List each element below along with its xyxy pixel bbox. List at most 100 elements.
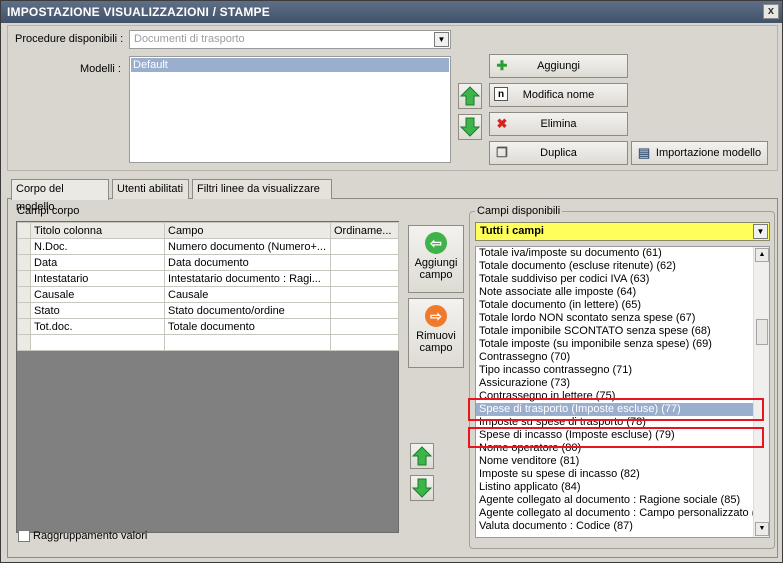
move-model-down-button[interactable]	[458, 114, 482, 140]
tab-model-body[interactable]: Corpo del modello	[11, 179, 109, 213]
window-title: IMPOSTAZIONE VISUALIZZAZIONI / STAMPE x	[1, 1, 782, 23]
list-item[interactable]: Totale iva/imposte su documento (61)	[476, 247, 753, 260]
arrow-right-icon: ⇨	[425, 305, 447, 327]
grouping-checkbox[interactable]	[18, 530, 30, 542]
cell-title[interactable]: N.Doc.	[30, 238, 165, 255]
import-model-button[interactable]: ▤ Importazione modello	[631, 141, 768, 165]
column-header-order[interactable]: Ordiname...	[330, 222, 399, 239]
row-indicator	[17, 302, 31, 319]
move-field-up-button[interactable]	[410, 443, 434, 469]
add-field-button[interactable]: ⇦ Aggiungi campo	[408, 225, 464, 293]
list-item[interactable]: Totale documento (in lettere) (65)	[476, 299, 753, 312]
table-row[interactable]: N.Doc. Numero documento (Numero+...	[17, 238, 399, 255]
table-row[interactable]: Intestatario Intestatario documento : Rag…	[17, 270, 399, 287]
chevron-down-icon[interactable]: ▼	[753, 224, 768, 239]
scrollbar-thumb[interactable]	[756, 319, 768, 345]
list-item[interactable]: Note associate alle imposte (64)	[476, 286, 753, 299]
chevron-down-icon[interactable]: ▼	[434, 32, 449, 47]
list-item[interactable]: Totale documento (escluse ritenute) (62)	[476, 260, 753, 273]
list-item[interactable]: Tipo incasso contrassegno (71)	[476, 364, 753, 377]
arrow-up-icon	[411, 446, 433, 466]
rename-model-button[interactable]: n Modifica nome	[489, 83, 628, 107]
models-list[interactable]: Default	[129, 56, 451, 163]
available-fields-list[interactable]: Totale iva/imposte su documento (61) Tot…	[475, 246, 770, 538]
models-label: Modelli :	[80, 63, 121, 75]
list-item[interactable]: Totale lordo NON scontato senza spese (6…	[476, 312, 753, 325]
plus-icon: ✚	[496, 58, 508, 73]
delete-model-button[interactable]: ✖ Elimina	[489, 112, 628, 136]
duplicate-model-button[interactable]: ❐ Duplica	[489, 141, 628, 165]
list-item[interactable]: Totale imponibile SCONTATO senza spese (…	[476, 325, 753, 338]
scroll-up-icon[interactable]: ▲	[755, 248, 769, 262]
cell-field[interactable]	[164, 334, 331, 351]
list-item[interactable]: Agente collegato al documento : Ragione …	[476, 494, 753, 507]
duplicate-model-label: Duplica	[540, 147, 577, 159]
move-model-up-button[interactable]	[458, 83, 482, 109]
field-filter-value: Tutti i campi	[480, 225, 544, 237]
cell-order[interactable]	[330, 238, 399, 255]
cell-title[interactable]: Intestatario	[30, 270, 165, 287]
table-row[interactable]: Tot.doc. Totale documento	[17, 318, 399, 335]
body-fields-grid[interactable]: Titolo colonna Campo Ordiname... N.Doc. N…	[16, 221, 399, 533]
list-item[interactable]: Totale suddiviso per codici IVA (63)	[476, 273, 753, 286]
cell-title[interactable]	[30, 334, 165, 351]
table-row[interactable]: Data Data documento	[17, 254, 399, 271]
rename-model-label: Modifica nome	[522, 89, 595, 101]
arrow-down-icon	[459, 117, 481, 137]
window-title-text: IMPOSTAZIONE VISUALIZZAZIONI / STAMPE	[7, 5, 270, 19]
cell-order[interactable]	[330, 286, 399, 303]
list-item[interactable]: Listino applicato (84)	[476, 481, 753, 494]
cell-order[interactable]	[330, 302, 399, 319]
add-model-button[interactable]: ✚ Aggiungi	[489, 54, 628, 78]
remove-field-label-2: campo	[419, 342, 453, 354]
copy-icon: ❐	[496, 145, 508, 160]
list-item[interactable]: Agente collegato al documento : Campo pe…	[476, 507, 753, 520]
list-item[interactable]: Assicurazione (73)	[476, 377, 753, 390]
available-fields-items: Totale iva/imposte su documento (61) Tot…	[476, 247, 753, 533]
remove-field-label-1: Rimuovi	[416, 330, 456, 342]
models-list-item[interactable]: Default	[131, 58, 449, 72]
cell-title[interactable]: Stato	[30, 302, 165, 319]
cell-title[interactable]: Causale	[30, 286, 165, 303]
move-field-down-button[interactable]	[410, 475, 434, 501]
body-fields-table: Titolo colonna Campo Ordiname... N.Doc. N…	[17, 222, 399, 351]
table-row[interactable]: Causale Causale	[17, 286, 399, 303]
procedures-select-value: Documenti di trasporto	[134, 33, 245, 45]
table-row-new[interactable]	[17, 334, 399, 351]
available-fields-label: Campi disponibili	[475, 205, 563, 217]
cell-field[interactable]: Intestatario documento : Ragi...	[164, 270, 331, 287]
cell-field[interactable]: Numero documento (Numero+...	[164, 238, 331, 255]
arrow-down-icon	[411, 478, 433, 498]
cell-field[interactable]: Stato documento/ordine	[164, 302, 331, 319]
add-model-label: Aggiungi	[537, 60, 580, 72]
cell-field[interactable]: Totale documento	[164, 318, 331, 335]
cell-order[interactable]	[330, 270, 399, 287]
highlight-box-shipping	[468, 398, 764, 421]
arrow-up-icon	[459, 86, 481, 106]
table-row[interactable]: Stato Stato documento/ordine	[17, 302, 399, 319]
tab-enabled-users[interactable]: Utenti abilitati	[112, 179, 189, 199]
procedures-label: Procedure disponibili :	[15, 33, 124, 45]
list-item[interactable]: Totale imposte (su imponibile senza spes…	[476, 338, 753, 351]
procedures-select[interactable]: Documenti di trasporto ▼	[129, 30, 451, 49]
close-button[interactable]: x	[763, 4, 779, 19]
cell-order[interactable]	[330, 334, 399, 351]
remove-field-button[interactable]: ⇨ Rimuovi campo	[408, 298, 464, 368]
tab-line-filters[interactable]: Filtri linee da visualizzare	[192, 179, 332, 199]
cell-title[interactable]: Tot.doc.	[30, 318, 165, 335]
fields-scrollbar[interactable]: ▲ ▼	[753, 247, 769, 537]
list-item[interactable]: Imposte su spese di incasso (82)	[476, 468, 753, 481]
list-item[interactable]: Nome venditore (81)	[476, 455, 753, 468]
scroll-down-icon[interactable]: ▼	[755, 522, 769, 536]
field-filter-select[interactable]: Tutti i campi ▼	[475, 222, 770, 241]
column-header-field[interactable]: Campo	[164, 222, 331, 239]
column-header-title[interactable]: Titolo colonna	[30, 222, 165, 239]
cell-field[interactable]: Data documento	[164, 254, 331, 271]
list-item[interactable]: Contrassegno (70)	[476, 351, 753, 364]
cell-order[interactable]	[330, 254, 399, 271]
cell-title[interactable]: Data	[30, 254, 165, 271]
delete-model-label: Elimina	[540, 118, 577, 130]
cell-field[interactable]: Causale	[164, 286, 331, 303]
list-item[interactable]: Valuta documento : Codice (87)	[476, 520, 753, 533]
cell-order[interactable]	[330, 318, 399, 335]
